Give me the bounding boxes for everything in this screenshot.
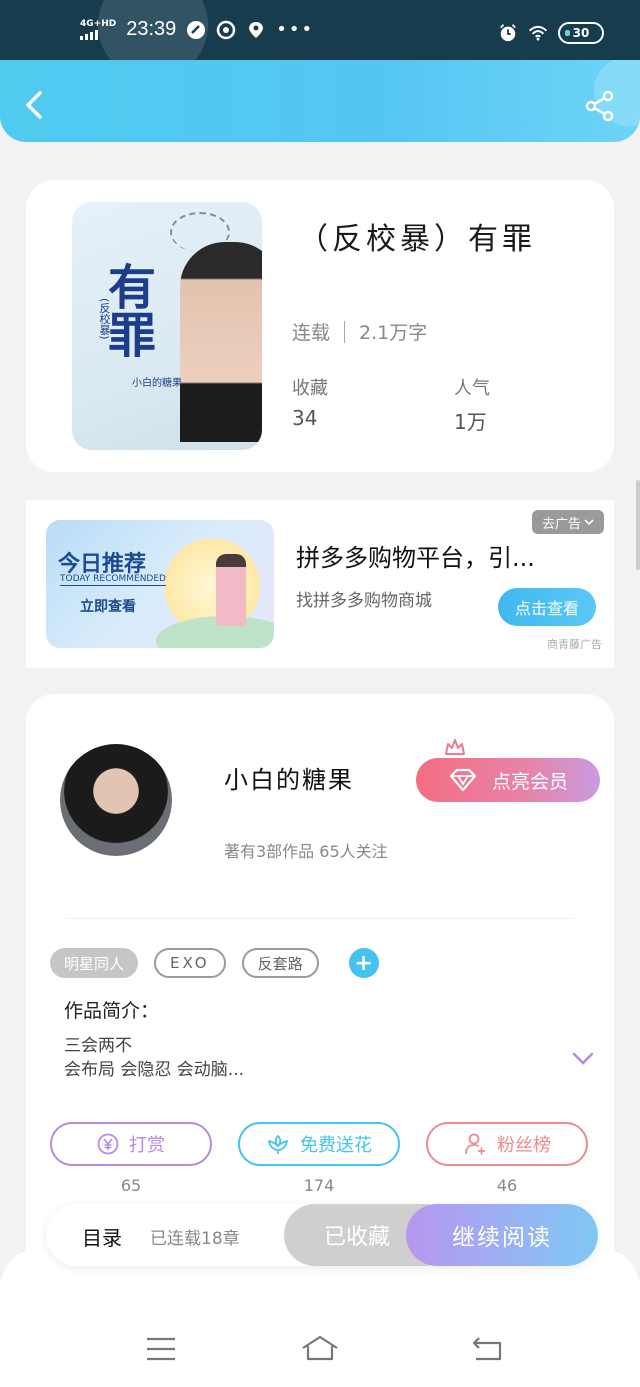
chevron-down-icon: [584, 519, 594, 526]
alarm-icon: [498, 23, 518, 43]
author-avatar[interactable]: [60, 744, 172, 856]
tag-item[interactable]: 明星同人: [50, 948, 139, 978]
book-title: （反校暴）有罪: [298, 222, 536, 257]
weibo-notification-icon: [216, 20, 236, 40]
cover-portrait: [180, 242, 262, 442]
plus-icon: +: [354, 950, 373, 976]
share-icon: [585, 90, 614, 122]
system-navigation-bar: [0, 1248, 640, 1387]
continue-reading-button[interactable]: 继续阅读: [406, 1204, 598, 1266]
fan-icon: [465, 1133, 485, 1155]
book-meta: 连载 2.1万字: [292, 318, 427, 345]
ad-title: 拼多多购物平台，引...: [296, 544, 535, 572]
tag-item[interactable]: EXO: [154, 948, 226, 978]
intro-heading: 作品简介：: [64, 1000, 160, 1022]
fans-count: 46: [496, 1176, 518, 1195]
tip-action: 打赏 65: [50, 1122, 212, 1195]
tip-label: 打赏: [129, 1135, 165, 1156]
ad-source: 商青藤广告: [547, 638, 602, 651]
action-buttons: 打赏 65 免费送花 174 粉丝榜 46: [50, 1122, 588, 1195]
favorites-label: 收藏: [292, 378, 328, 399]
cover-title: 有罪: [108, 260, 157, 364]
yen-icon: [97, 1133, 119, 1155]
ad-image[interactable]: 今日推荐 TODAY RECOMMENDED 立即查看: [46, 520, 274, 648]
ad-image-cta: 立即查看: [80, 599, 136, 615]
toc-button[interactable]: 目录: [82, 1222, 122, 1251]
tag-item[interactable]: 反套路: [241, 948, 319, 978]
crown-icon: [445, 739, 465, 755]
remove-ad-button[interactable]: 去广告: [532, 510, 604, 534]
ad-image-subtitle: TODAY RECOMMENDED: [60, 574, 166, 586]
wifi-icon: [528, 23, 548, 43]
status-bar: 4G+HD 23:39 ••• 30: [0, 0, 640, 80]
chevron-left-icon: [26, 91, 42, 119]
battery-level: 30: [572, 26, 590, 40]
vip-label: 点亮会员: [491, 770, 568, 793]
add-tag-button[interactable]: +: [348, 948, 379, 978]
more-notifications-icon: •••: [276, 18, 315, 40]
meta-divider: [344, 320, 346, 343]
fan-ranking-button[interactable]: 粉丝榜: [426, 1122, 588, 1166]
tag-list: 明星同人 EXO 反套路 +: [50, 948, 379, 978]
tip-button[interactable]: 打赏: [50, 1122, 212, 1166]
send-flower-button[interactable]: 免费送花: [238, 1122, 400, 1166]
book-cover-image[interactable]: 有罪 (反校暴) 小白的糖果: [72, 202, 262, 450]
favorites-stat: 收藏 34: [292, 374, 328, 430]
return-icon[interactable]: [470, 1334, 504, 1364]
back-button[interactable]: [22, 90, 48, 120]
cover-author: 小白的糖果: [132, 378, 182, 389]
book-status: 连载: [292, 322, 331, 344]
battery-indicator: 30: [558, 22, 604, 44]
top-app-bar: [0, 60, 640, 142]
popularity-stat: 人气 1万: [454, 374, 490, 435]
divider: [66, 918, 574, 919]
share-button[interactable]: [584, 90, 616, 122]
clock: 23:39: [126, 18, 177, 40]
network-label: 4G+HD: [80, 18, 117, 29]
signal-indicator: 4G+HD: [80, 18, 117, 40]
home-icon[interactable]: [300, 1334, 340, 1364]
author-name[interactable]: 小白的糖果: [224, 760, 354, 795]
fan-ranking-label: 粉丝榜: [497, 1135, 551, 1156]
flower-icon: [268, 1135, 288, 1154]
flower-action: 免费送花 174: [238, 1122, 400, 1195]
expand-chevron-icon[interactable]: [572, 1052, 594, 1066]
fans-action: 粉丝榜 46: [426, 1122, 588, 1195]
toc-status: 已连载18章: [150, 1229, 240, 1249]
reading-action-bar: 目录 已连载18章 已收藏 继续阅读: [46, 1204, 598, 1266]
book-info-card: 有罪 (反校暴) 小白的糖果 （反校暴）有罪 连载 2.1万字 收藏 34 人气…: [26, 180, 614, 472]
tip-count: 65: [120, 1176, 142, 1195]
signal-bars-icon: [80, 29, 116, 40]
send-flower-label: 免费送花: [300, 1135, 372, 1156]
intro-text: 三会两不 会布局 会隐忍 会动脑...: [64, 1036, 245, 1080]
menu-icon[interactable]: [144, 1334, 178, 1364]
popularity-value: 1万: [454, 410, 487, 434]
app-notification-icon: [186, 20, 206, 40]
diamond-icon: [449, 768, 477, 792]
remove-ad-label: 去广告: [541, 516, 581, 532]
vip-button[interactable]: 点亮会员: [416, 758, 600, 802]
book-word-count: 2.1万字: [359, 322, 428, 344]
author-works: 著有3部作品 65人关注: [224, 842, 388, 861]
popularity-label: 人气: [454, 378, 490, 399]
ad-banner[interactable]: 今日推荐 TODAY RECOMMENDED 立即查看 拼多多购物平台，引...…: [26, 500, 614, 668]
ad-subtitle: 找拼多多购物商城: [296, 591, 432, 611]
favorites-value: 34: [292, 406, 318, 430]
location-notification-icon: [246, 20, 266, 40]
ad-view-button[interactable]: 点击查看: [498, 588, 596, 626]
cover-subtitle: (反校暴): [98, 298, 111, 340]
scrollbar[interactable]: [636, 480, 640, 570]
flower-count: 174: [303, 1176, 335, 1195]
